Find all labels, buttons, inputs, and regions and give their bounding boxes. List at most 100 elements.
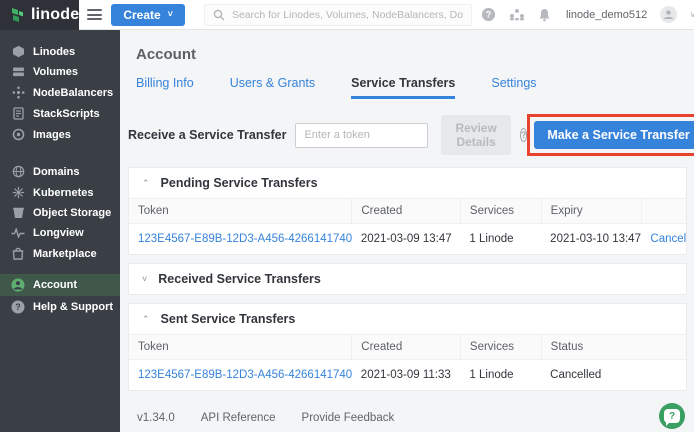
create-button-label: Create — [123, 8, 160, 22]
created-cell: 2021-03-09 11:33 — [352, 360, 461, 391]
column-header-token: Token — [129, 335, 352, 360]
column-header-actions — [641, 199, 686, 224]
sidebar-item-label: Images — [33, 129, 71, 141]
svg-text:?: ? — [15, 302, 21, 312]
sidebar-item-label: Kubernetes — [33, 187, 94, 199]
page-title: Account — [136, 46, 687, 63]
status-cell: Cancelled — [541, 360, 686, 391]
bucket-icon — [11, 207, 25, 219]
sidebar-item-label: Marketplace — [33, 248, 97, 260]
main-content: Account Billing Info Users & Grants Serv… — [120, 30, 694, 432]
search-input[interactable] — [232, 9, 463, 21]
tab-users-grants[interactable]: Users & Grants — [230, 76, 315, 99]
kubernetes-wheel-icon — [11, 186, 25, 199]
review-details-button[interactable]: Review Details — [441, 115, 510, 155]
token-input[interactable] — [295, 123, 428, 148]
sent-transfers-panel: ⌃ Sent Service Transfers Token Created S… — [128, 303, 687, 391]
sidebar-item-kubernetes[interactable]: Kubernetes — [0, 182, 120, 203]
header-icons: ? linode_demo512 ˅ — [481, 6, 694, 23]
column-header-created: Created — [352, 335, 461, 360]
sidebar-item-longview[interactable]: Longview — [0, 223, 120, 243]
created-cell: 2021-03-09 13:47 — [352, 224, 461, 255]
notifications-bell-icon[interactable] — [538, 8, 551, 22]
sidebar-item-label: Longview — [33, 227, 84, 239]
sidebar-item-label: Account — [33, 279, 77, 291]
tab-settings[interactable]: Settings — [491, 76, 536, 99]
sidebar-item-images[interactable]: Images — [0, 124, 120, 145]
table-row: 123E4567-E89B-12D3-A456-426614174000 202… — [129, 224, 686, 255]
make-service-transfer-button[interactable]: Make a Service Transfer — [534, 121, 694, 149]
expiry-cell: 2021-03-10 13:47 — [541, 224, 641, 255]
help-tooltip-icon[interactable]: ? — [520, 128, 528, 142]
sidebar-item-label: Volumes — [33, 66, 78, 78]
received-transfers-panel: ˅ Received Service Transfers — [128, 263, 687, 295]
column-header-status: Status — [541, 335, 686, 360]
tab-service-transfers[interactable]: Service Transfers — [351, 76, 455, 99]
chevron-up-icon: ⌃ — [142, 314, 150, 325]
services-cell: 1 Linode — [460, 224, 541, 255]
nodebalancers-icon — [11, 86, 25, 99]
received-transfers-header[interactable]: ˅ Received Service Transfers — [129, 264, 686, 294]
token-link[interactable]: 123E4567-E89B-12D3-A456-426614174000 — [138, 233, 352, 245]
chevron-down-icon: ˅ — [168, 10, 173, 19]
volumes-icon — [11, 66, 25, 78]
chevron-down-icon[interactable]: ˅ — [690, 10, 694, 20]
table-row: 123E4567-E89B-12D3-A456-426614174001 202… — [129, 360, 686, 391]
provide-feedback-link[interactable]: Provide Feedback — [302, 412, 395, 424]
panel-title: Pending Service Transfers — [161, 176, 318, 190]
sidebar-item-nodebalancers[interactable]: NodeBalancers — [0, 82, 120, 103]
cancel-link[interactable]: Cancel — [650, 233, 686, 245]
sidebar-item-help-support[interactable]: ? Help & Support — [0, 296, 120, 318]
linode-logo[interactable]: linode — [0, 0, 79, 30]
sidebar-item-marketplace[interactable]: Marketplace — [0, 243, 120, 264]
annotation-highlight-box: Make a Service Transfer — [527, 114, 694, 156]
table-header-row: Token Created Services Expiry — [129, 199, 686, 224]
help-icon[interactable]: ? — [481, 7, 496, 22]
sidebar-item-label: NodeBalancers — [33, 87, 113, 99]
avatar[interactable] — [660, 6, 677, 23]
sidebar-item-label: Object Storage — [33, 207, 111, 219]
panel-title: Received Service Transfers — [158, 272, 321, 286]
linode-cloud-manager: linode Create ˅ ? — [0, 0, 694, 432]
column-header-token: Token — [129, 199, 352, 224]
shopping-bag-icon — [11, 247, 25, 260]
global-search[interactable] — [204, 4, 472, 26]
token-link[interactable]: 123E4567-E89B-12D3-A456-426614174001 — [138, 369, 352, 381]
images-icon — [11, 128, 25, 141]
sidebar-item-object-storage[interactable]: Object Storage — [0, 203, 120, 223]
question-icon: ? — [11, 300, 25, 314]
sent-transfers-table: Token Created Services Status 123E4567-E… — [129, 334, 686, 390]
column-header-created: Created — [352, 199, 461, 224]
sidebar-item-label: StackScripts — [33, 108, 100, 120]
sidebar-item-account[interactable]: Account — [0, 274, 120, 296]
tab-billing-info[interactable]: Billing Info — [136, 76, 194, 99]
create-button[interactable]: Create ˅ — [111, 4, 185, 26]
cube-icon — [11, 45, 25, 58]
username[interactable]: linode_demo512 — [566, 9, 647, 21]
column-header-services: Services — [460, 199, 541, 224]
api-reference-link[interactable]: API Reference — [201, 412, 276, 424]
search-icon — [213, 9, 225, 21]
sidebar-item-volumes[interactable]: Volumes — [0, 62, 120, 82]
sidebar-item-domains[interactable]: Domains — [0, 161, 120, 182]
globe-icon — [11, 165, 25, 178]
top-bar: linode Create ˅ ? — [0, 0, 694, 30]
sidebar-item-linodes[interactable]: Linodes — [0, 41, 120, 62]
chevron-down-icon: ˅ — [142, 274, 147, 284]
sidebar: Linodes Volumes NodeBalancers StackScrip… — [0, 30, 120, 432]
version-label: v1.34.0 — [137, 412, 175, 424]
sidebar-item-label: Linodes — [33, 46, 75, 58]
linode-logo-icon — [10, 7, 25, 24]
panel-title: Sent Service Transfers — [161, 312, 296, 326]
menu-icon[interactable] — [87, 7, 102, 23]
pending-transfers-header[interactable]: ⌃ Pending Service Transfers — [129, 168, 686, 198]
question-bubble-icon: ? — [664, 409, 680, 423]
svg-text:?: ? — [486, 10, 492, 20]
sidebar-item-stackscripts[interactable]: StackScripts — [0, 103, 120, 124]
sidebar-item-label: Help & Support — [33, 301, 113, 313]
community-icon[interactable] — [509, 8, 525, 21]
sent-transfers-header[interactable]: ⌃ Sent Service Transfers — [129, 304, 686, 334]
help-chat-button[interactable]: ? — [659, 403, 685, 429]
receive-transfer-row: Receive a Service Transfer Review Detail… — [128, 114, 687, 156]
column-header-expiry: Expiry — [541, 199, 641, 224]
